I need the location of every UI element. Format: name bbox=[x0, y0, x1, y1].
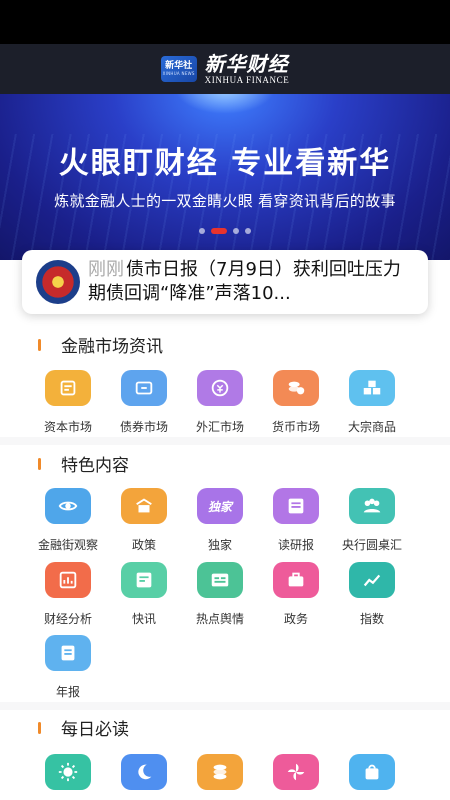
hot-topics-icon bbox=[197, 562, 243, 598]
carousel-dot[interactable] bbox=[199, 228, 205, 234]
coins-icon bbox=[197, 754, 243, 790]
grid-item-pinwheel[interactable] bbox=[258, 754, 334, 790]
grid-item-label: 大宗商品 bbox=[347, 420, 396, 434]
logo-badge-text: 新华社 bbox=[165, 61, 193, 71]
grid-item-forex-market[interactable]: 外汇市场 bbox=[182, 370, 258, 435]
section-title-market: 金融市场资讯 bbox=[38, 332, 163, 357]
grid-item-moon[interactable] bbox=[106, 754, 182, 790]
sun-icon bbox=[45, 754, 91, 790]
government-icon bbox=[273, 562, 319, 598]
grid-item-sun[interactable] bbox=[30, 754, 106, 790]
grid-item-policy[interactable]: 政策 bbox=[106, 488, 182, 553]
status-bar bbox=[0, 0, 450, 44]
grid-item-capital-market[interactable]: 资本市场 bbox=[30, 370, 106, 435]
grid-item-hot-topics[interactable]: 热点舆情 bbox=[182, 562, 258, 627]
grid-item-label: 年报 bbox=[55, 685, 80, 699]
grid-item-bond-market[interactable]: 债券市场 bbox=[106, 370, 182, 435]
grid-item-commodities[interactable]: 大宗商品 bbox=[334, 370, 410, 435]
section-divider bbox=[0, 437, 450, 445]
grid-item-analysis[interactable]: 财经分析 bbox=[30, 562, 106, 627]
pinwheel-icon bbox=[273, 754, 319, 790]
grid-item-money-market[interactable]: 货币市场 bbox=[258, 370, 334, 435]
grid-item-label: 政务 bbox=[283, 612, 308, 626]
grid-item-government[interactable]: 政务 bbox=[258, 562, 334, 627]
grid-item-label: 债券市场 bbox=[119, 420, 168, 434]
xinhua-logo-badge: 新华社 XINHUA NEWS bbox=[160, 56, 197, 82]
grid-item-report[interactable]: 读研报 bbox=[258, 488, 334, 553]
banner-title: 火眼盯财经 专业看新华 bbox=[58, 146, 392, 181]
flash-news-icon bbox=[121, 562, 167, 598]
banner-glow bbox=[175, 94, 275, 114]
banner-subtitle: 炼就金融人士的一双金睛火眼 看穿资讯背后的故事 bbox=[54, 192, 396, 210]
logo-chinese: 新华财经 bbox=[204, 52, 289, 76]
commodities-icon bbox=[349, 370, 395, 406]
grid-item-roundtable[interactable]: 央行圆桌汇 bbox=[334, 488, 410, 553]
grid-item-coins[interactable] bbox=[182, 754, 258, 790]
index-icon bbox=[349, 562, 395, 598]
moon-icon bbox=[121, 754, 167, 790]
section-title-text: 金融市场资讯 bbox=[61, 337, 163, 357]
capital-market-icon bbox=[45, 370, 91, 406]
featured-grid-row-2: 财经分析 快讯 热点舆情 政务 指数 bbox=[0, 562, 450, 627]
eye-icon bbox=[45, 488, 91, 524]
section-title-daily: 每日必读 bbox=[38, 715, 129, 740]
report-icon bbox=[273, 488, 319, 524]
grid-item-label: 独家 bbox=[207, 538, 232, 552]
grid-item-label: 财经分析 bbox=[43, 612, 92, 626]
grid-item-exclusive[interactable]: 独家 独家 bbox=[182, 488, 258, 553]
grid-item-index[interactable]: 指数 bbox=[334, 562, 410, 627]
annual-report-icon bbox=[45, 635, 91, 671]
exclusive-icon-text: 独家 bbox=[207, 499, 232, 514]
featured-grid-row-1: 金融街观察 政策 独家 独家 读研报 央行圆桌汇 bbox=[0, 488, 450, 553]
grid-item-label: 金融街观察 bbox=[37, 538, 98, 552]
grid-item-label: 读研报 bbox=[277, 538, 314, 552]
grid-item-flash-news[interactable]: 快讯 bbox=[106, 562, 182, 627]
featured-grid-row-3: 年报 bbox=[0, 635, 450, 700]
news-source-emblem-icon bbox=[36, 260, 80, 304]
logo-badge-subtext: XINHUA NEWS bbox=[162, 71, 195, 76]
grid-item-bag[interactable] bbox=[334, 754, 410, 790]
app-logo: 新华财经 XINHUA FINANCE bbox=[205, 53, 290, 85]
market-grid: 资本市场 债券市场 外汇市场 货币市场 大宗商品 bbox=[0, 370, 450, 435]
money-market-icon bbox=[273, 370, 319, 406]
grid-item-label: 央行圆桌汇 bbox=[341, 538, 402, 552]
policy-icon bbox=[121, 488, 167, 524]
grid-item-label: 资本市场 bbox=[43, 420, 92, 434]
carousel-dot-active[interactable] bbox=[211, 228, 227, 234]
exclusive-icon: 独家 bbox=[197, 488, 243, 524]
analysis-icon bbox=[45, 562, 91, 598]
section-accent-bar bbox=[38, 721, 41, 734]
grid-item-label: 指数 bbox=[359, 612, 384, 626]
carousel-dot[interactable] bbox=[233, 228, 239, 234]
section-title-text: 每日必读 bbox=[61, 720, 129, 740]
grid-item-label: 货币市场 bbox=[271, 420, 320, 434]
forex-market-icon bbox=[197, 370, 243, 406]
breaking-news-card[interactable]: 刚刚 债市日报（7月9日）获利回吐压力期债回调“降准”声落10... bbox=[22, 250, 428, 314]
grid-item-eye[interactable]: 金融街观察 bbox=[30, 488, 106, 553]
bag-icon bbox=[349, 754, 395, 790]
section-accent-bar bbox=[38, 457, 41, 470]
section-title-text: 特色内容 bbox=[61, 456, 129, 476]
carousel-dots bbox=[0, 228, 450, 234]
section-title-featured: 特色内容 bbox=[38, 451, 129, 476]
news-headline-text: 债市日报（7月9日）获利回吐压力期债回调“降准”声落10... bbox=[88, 259, 401, 304]
section-accent-bar bbox=[38, 338, 41, 351]
section-divider bbox=[0, 702, 450, 710]
grid-item-label: 政策 bbox=[131, 538, 156, 552]
grid-item-label: 外汇市场 bbox=[195, 420, 244, 434]
grid-item-label: 热点舆情 bbox=[195, 612, 244, 626]
news-headline[interactable]: 刚刚 债市日报（7月9日）获利回吐压力期债回调“降准”声落10... bbox=[88, 258, 418, 306]
app-header: 新华社 XINHUA NEWS 新华财经 XINHUA FINANCE bbox=[0, 44, 450, 94]
grid-item-annual-report[interactable]: 年报 bbox=[30, 635, 106, 700]
bond-market-icon bbox=[121, 370, 167, 406]
daily-grid bbox=[0, 754, 450, 790]
grid-item-label: 快讯 bbox=[131, 612, 156, 626]
roundtable-icon bbox=[349, 488, 395, 524]
promo-banner[interactable]: 火眼盯财经 专业看新华 炼就金融人士的一双金睛火眼 看穿资讯背后的故事 bbox=[0, 94, 450, 260]
logo-english: XINHUA FINANCE bbox=[204, 75, 290, 85]
news-time-tag: 刚刚 bbox=[88, 259, 124, 280]
carousel-dot[interactable] bbox=[245, 228, 251, 234]
